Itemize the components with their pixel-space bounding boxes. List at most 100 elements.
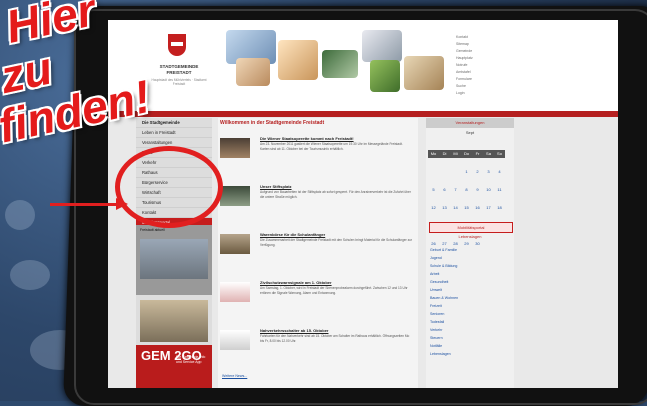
header-photo-5 — [362, 30, 402, 62]
top-link[interactable]: Kontakt — [456, 34, 473, 41]
top-link[interactable]: Login — [456, 90, 473, 97]
crest-icon[interactable] — [168, 34, 186, 56]
news-headline[interactable]: Unser Stiftsplatz — [260, 184, 292, 189]
pointer-arrow — [50, 203, 118, 206]
lebenslage-link[interactable]: Freizeit — [430, 302, 458, 310]
news-item[interactable]: Warenbörse für die Schulanfänger Die Zus… — [220, 230, 416, 270]
news-text: Die Zusammenarbeit der Stadtgemeinde Fre… — [260, 238, 413, 247]
top-link[interactable]: Suche — [456, 83, 473, 90]
calendar-date[interactable]: 11 — [494, 186, 505, 194]
top-link[interactable]: Notrufe — [456, 62, 473, 69]
header-photo-3 — [278, 40, 318, 80]
calendar-date[interactable]: 18 — [494, 204, 505, 212]
calendar-date[interactable]: 10 — [483, 186, 494, 194]
top-link[interactable]: Amtstafel — [456, 69, 473, 76]
news-item[interactable]: Zivilschutzwarnsignale am 1. Oktober Am … — [220, 278, 416, 318]
news-thumb — [220, 234, 250, 254]
header-photo-4 — [322, 50, 358, 78]
site-logo-subtitle: Hauptstadt des Mühlviertels · Stadtamt F… — [151, 78, 207, 86]
calendar-date[interactable]: 30 — [472, 240, 483, 248]
top-link[interactable]: Hauptplatz — [456, 55, 473, 62]
news-text: Am 23. November 2011 gastiert die Wiener… — [260, 142, 403, 151]
header-red-bar — [108, 111, 618, 117]
lebenslage-link[interactable]: Notfälle — [430, 342, 458, 350]
news-item[interactable]: Die Wiener Staatsoperette kommt nach Fre… — [220, 134, 416, 174]
news-item[interactable]: Nahverkehrsschalter ab 15. Oktober Fahrk… — [220, 326, 416, 366]
freistadt-aktuell-box[interactable]: Freistadt aktuell — [136, 225, 212, 295]
calendar-date[interactable]: 3 — [483, 168, 494, 176]
calendar-month: Sept — [465, 130, 475, 135]
page-title: Willkommen in der Stadtgemeinde Freistad… — [220, 120, 325, 126]
news-thumb — [220, 186, 250, 206]
news-thumb — [220, 138, 250, 158]
calendar-date[interactable]: 8 — [461, 186, 472, 194]
calendar-date[interactable]: 29 — [461, 240, 472, 248]
news-headline[interactable]: Nahverkehrsschalter ab 15. Oktober — [260, 328, 328, 333]
calendar-date[interactable]: 4 — [494, 168, 505, 176]
lebenslage-link[interactable]: Todesfall — [430, 318, 458, 326]
calendar-day-header: Mi — [450, 150, 461, 158]
lebenslagen-heading: Lebenslagen — [458, 234, 482, 239]
top-link[interactable]: Gemeinde — [456, 48, 473, 55]
more-news-link[interactable]: Weitere News... — [222, 374, 247, 378]
news-thumb — [220, 330, 250, 350]
group-photo — [140, 300, 208, 342]
calendar-date — [428, 165, 439, 173]
lebenslage-link[interactable]: Umwelt — [430, 286, 458, 294]
calendar-date[interactable]: 9 — [472, 186, 483, 194]
lebenslage-link[interactable]: Jugend — [430, 254, 458, 262]
calendar-day-header: Fr — [472, 150, 483, 158]
calendar-date[interactable]: 13 — [439, 204, 450, 212]
news-text: Aufgrund von Bauarbeiten ist der Stiftsp… — [260, 190, 411, 199]
lebenslage-link[interactable]: Senioren — [430, 310, 458, 318]
top-links: Kontakt Sitemap Gemeinde Hauptplatz Notr… — [456, 34, 473, 97]
site-logo-text[interactable]: STADTGEMEINDE FREISTADT — [154, 64, 204, 76]
top-link[interactable]: Sitemap — [456, 41, 473, 48]
calendar-date[interactable]: 15 — [461, 204, 472, 212]
lebenslage-link[interactable]: Arbeit — [430, 270, 458, 278]
building-image — [140, 239, 208, 279]
lebenslagen-links: Geburt & Familie Jugend Schule & Bildung Ar… — [430, 246, 458, 358]
nav-item-leben[interactable]: Leben in Freistadt — [136, 128, 212, 138]
news-text: Am Samstag, 1. Oktober, wird in Freistad… — [260, 286, 408, 295]
highlight-circle — [115, 146, 223, 228]
news-headline[interactable]: Warenbörse für die Schulanfänger — [260, 232, 325, 237]
header-photo-6 — [370, 60, 400, 92]
calendar-day-header: Di — [439, 150, 450, 158]
main-content: Willkommen in der Stadtgemeinde Freistad… — [218, 118, 418, 388]
top-link[interactable]: Formulare — [456, 76, 473, 83]
lebenslage-link[interactable]: Steuern — [430, 334, 458, 342]
pointer-arrow-head — [116, 198, 128, 210]
lebenslage-link[interactable]: Verkehr — [430, 326, 458, 334]
calendar-date[interactable]: 7 — [450, 186, 461, 194]
lebenslage-link[interactable]: Lebenslagen — [430, 350, 458, 358]
calendar-date[interactable]: 1 — [461, 168, 472, 176]
news-item[interactable]: Unser Stiftsplatz Aufgrund von Bauarbeit… — [220, 182, 416, 222]
mobilitaetsportal-button[interactable]: Mobilitätsportal — [429, 222, 513, 233]
calendar-date — [450, 165, 461, 173]
calendar-day-header: Do — [461, 150, 472, 158]
calendar-date[interactable]: 16 — [472, 204, 483, 212]
calendar-date[interactable]: 14 — [450, 204, 461, 212]
news-headline[interactable]: Zivilschutzwarnsignale am 1. Oktober — [260, 280, 332, 285]
right-column: Veranstaltungen Sept Mo Di Mi Do Fr Sa So1 2 3 45… — [426, 118, 514, 388]
calendar-day-header: Mo — [428, 150, 439, 158]
lebenslage-link[interactable]: Bauen & Wohnen — [430, 294, 458, 302]
news-headline[interactable]: Die Wiener Staatsoperette kommt nach Fre… — [260, 136, 354, 141]
calendar-date[interactable]: 2 — [472, 168, 483, 176]
calendar-header: Veranstaltungen — [426, 118, 514, 128]
calendar-date[interactable]: 6 — [439, 186, 450, 194]
calendar-day-header: Sa — [483, 150, 494, 158]
lebenslage-link[interactable]: Gesundheit — [430, 278, 458, 286]
aktuell-label: Freistadt aktuell — [140, 228, 165, 232]
promo-overlay: Hier zu finden! — [0, 0, 155, 153]
calendar-day-header: So — [494, 150, 505, 158]
lebenslage-link[interactable]: Schule & Bildung — [430, 262, 458, 270]
lebenslage-link[interactable]: Geburt & Familie — [430, 246, 458, 254]
news-text: Fahrkarten für den Nahverkehr sind ab 15… — [260, 334, 410, 343]
calendar-date[interactable]: 17 — [483, 204, 494, 212]
calendar-date[interactable]: 5 — [428, 186, 439, 194]
header-photo-2 — [236, 58, 270, 86]
calendar-date[interactable]: 12 — [428, 204, 439, 212]
gem2go-ad[interactable]: GEM 2GO Die Gemeinde-Info und Service Ap… — [136, 345, 212, 388]
